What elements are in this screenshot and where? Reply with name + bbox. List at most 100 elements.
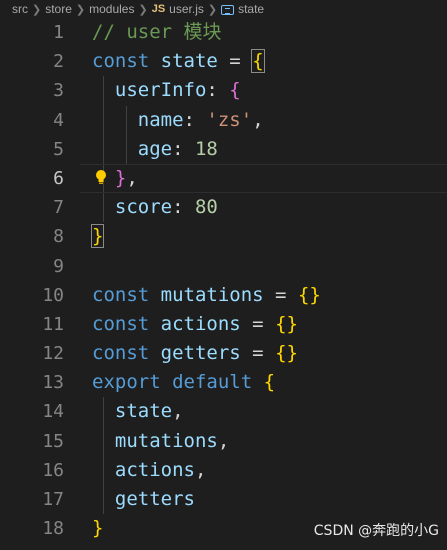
line-number[interactable]: 1 [0, 18, 64, 47]
line-number[interactable]: 17 [0, 485, 64, 514]
chevron-right-icon: ❯ [207, 3, 218, 16]
code-token: : [172, 196, 195, 219]
code-text[interactable]: const mutations = {} [92, 281, 321, 310]
code-token: , [172, 400, 184, 423]
code-token: , [217, 429, 230, 452]
line-number[interactable]: 4 [0, 106, 64, 135]
line-number[interactable]: 5 [0, 135, 64, 164]
code-text[interactable]: const state = { [92, 47, 265, 76]
code-token: age [137, 137, 173, 160]
code-text[interactable]: const getters = {} [92, 339, 298, 368]
code-line[interactable]: 14 state, [0, 397, 447, 427]
line-number[interactable]: 16 [0, 456, 64, 485]
code-token: } [90, 224, 105, 249]
code-text[interactable]: } [90, 222, 105, 251]
code-token: state [160, 50, 218, 73]
code-line[interactable]: 5 age: 18 [0, 134, 447, 164]
line-number[interactable]: 15 [0, 427, 64, 456]
code-line[interactable]: 3 userInfo: { [0, 76, 447, 106]
code-token: name [137, 108, 184, 131]
breadcrumb-item-symbol[interactable]: state [238, 2, 264, 16]
code-text[interactable]: const actions = {} [92, 310, 298, 339]
code-token: : [206, 79, 230, 102]
code-line[interactable]: 12 const getters = {} [0, 339, 447, 368]
code-token: mutations [160, 283, 264, 306]
code-token: userInfo [114, 79, 207, 102]
code-token: : [172, 137, 195, 160]
code-token: { [263, 371, 276, 394]
code-token: getters [114, 488, 195, 510]
code-token: } [114, 166, 127, 189]
line-number[interactable]: 18 [0, 514, 64, 543]
code-line[interactable]: 16 actions, [0, 455, 447, 485]
line-number[interactable]: 13 [0, 368, 64, 397]
code-text[interactable]: getters [92, 485, 195, 514]
code-token: } [92, 517, 104, 540]
code-token: = [263, 283, 298, 306]
code-text[interactable]: actions, [92, 456, 207, 485]
code-text[interactable]: export default { [92, 368, 275, 397]
code-text[interactable]: name: 'zs', [92, 106, 264, 135]
code-token: , [252, 108, 264, 131]
line-number[interactable]: 3 [0, 76, 64, 105]
line-number[interactable]: 6 [0, 164, 64, 193]
chevron-right-icon: ❯ [138, 3, 148, 16]
code-token: { [229, 79, 241, 102]
code-line[interactable]: 1 // user 模块 [0, 18, 447, 47]
code-text[interactable]: state, [92, 397, 184, 426]
breadcrumb-item-modules[interactable]: modules [89, 2, 134, 16]
code-token: 18 [194, 137, 218, 160]
code-line[interactable]: 10 const mutations = {} [0, 281, 447, 310]
code-token: {} [297, 283, 321, 306]
chevron-right-icon: ❯ [32, 3, 42, 16]
code-token: mutations [114, 429, 218, 452]
line-number[interactable]: 2 [0, 47, 64, 76]
code-text[interactable]: mutations, [92, 427, 229, 456]
code-line[interactable]: 6 }, [0, 163, 447, 194]
breadcrumb-item-file[interactable]: user.js [169, 2, 204, 16]
code-token: , [194, 458, 207, 481]
code-token: = [240, 342, 276, 365]
breadcrumb: src ❯ store ❯ modules ❯ JS user.js ❯ sta… [0, 0, 447, 18]
code-token: { [251, 49, 265, 74]
code-line[interactable]: 9 [0, 252, 447, 281]
line-number[interactable]: 11 [0, 310, 64, 339]
code-line[interactable]: 2 const state = { [0, 47, 447, 76]
code-text[interactable]: age: 18 [92, 135, 218, 164]
code-line[interactable]: 13 export default { [0, 368, 447, 397]
lightbulb-icon[interactable] [94, 168, 108, 188]
line-number[interactable]: 8 [0, 222, 64, 251]
code-text[interactable]: score: 80 [92, 193, 218, 222]
code-token: actions [114, 458, 195, 481]
breadcrumb-item-store[interactable]: store [45, 2, 72, 16]
code-line[interactable]: 7 score: 80 [0, 193, 447, 223]
code-text[interactable]: userInfo: { [92, 76, 241, 105]
code-token: const [92, 283, 150, 306]
code-editor[interactable]: 1// user 模块 2 const state = {3 userInfo: {… [0, 18, 447, 543]
code-line[interactable]: 8} [0, 222, 447, 251]
line-number[interactable]: 12 [0, 339, 64, 368]
breadcrumb-item-src[interactable]: src [12, 2, 28, 16]
code-line[interactable]: 11 const actions = {} [0, 310, 447, 339]
code-line[interactable]: 17 getters [0, 485, 447, 515]
code-token: export [92, 371, 161, 394]
code-line[interactable]: 4 name: 'zs', [0, 105, 447, 135]
code-text[interactable]: } [92, 514, 103, 543]
code-token: : [183, 108, 207, 131]
code-token: score [114, 196, 173, 219]
code-text[interactable]: // user 模块 [92, 18, 222, 47]
line-number[interactable]: 14 [0, 397, 64, 426]
code-text[interactable]: }, [92, 164, 138, 193]
line-number[interactable]: 9 [0, 252, 64, 281]
line-number[interactable]: 7 [0, 193, 64, 222]
line-number[interactable]: 10 [0, 281, 64, 310]
code-line[interactable]: 15 mutations, [0, 426, 447, 456]
